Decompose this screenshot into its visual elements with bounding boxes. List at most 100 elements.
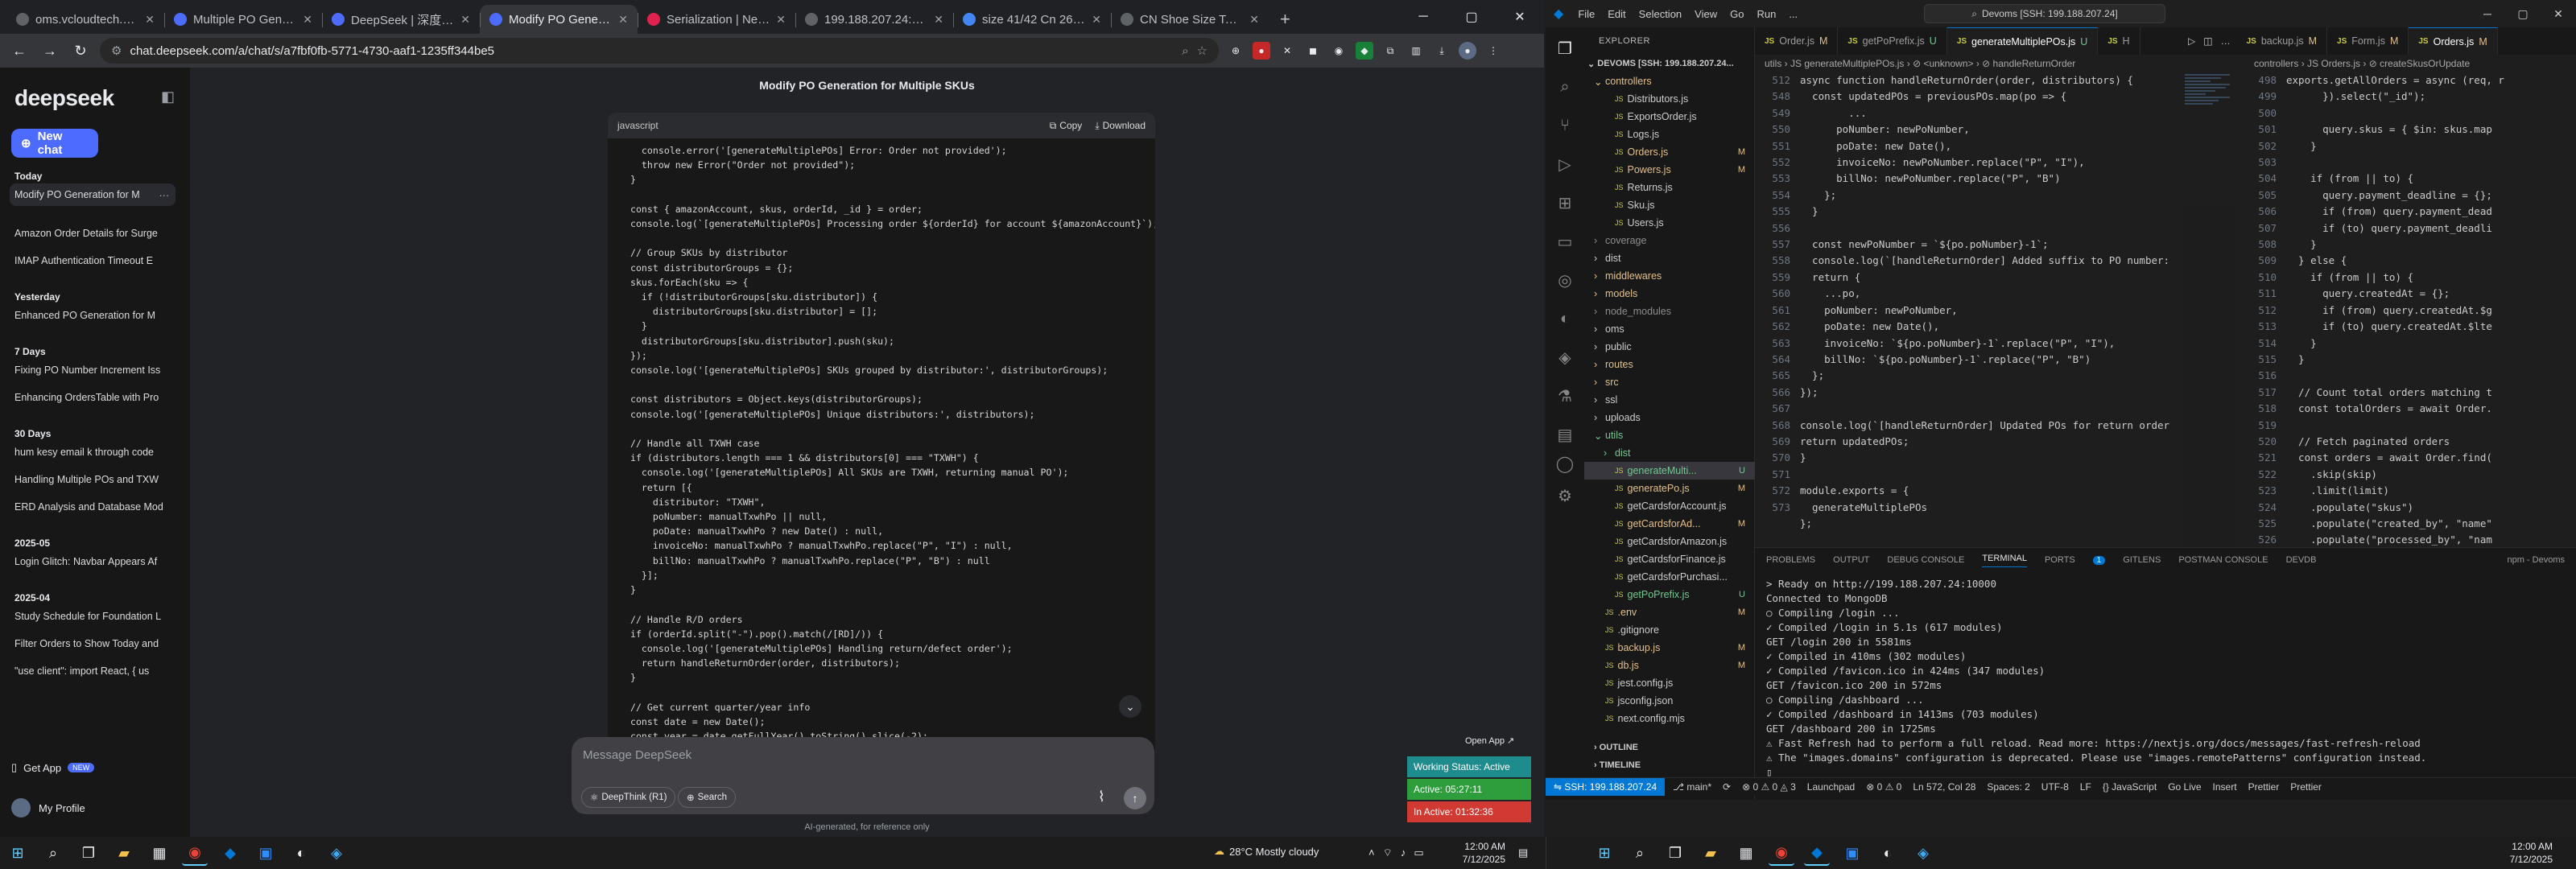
command-center[interactable]: ⌕ Devoms [SSH: 199.188.207.24] [1924,4,2165,23]
close-tab-icon[interactable]: ✕ [934,13,943,27]
windows-start-icon[interactable]: ⊞ [1591,840,1617,866]
status-item[interactable]: ⟳ [1723,781,1731,793]
status-item[interactable]: ⊗ 0 ⚠ 0 ◬ 3 [1742,781,1796,793]
outline-section[interactable]: › OUTLINE [1584,739,1755,756]
settings-gear-icon[interactable]: ⚙ [1555,486,1575,505]
terminal-selector[interactable]: npm - Devoms [2507,555,2565,565]
extension-icon[interactable]: ◼ [1304,42,1322,60]
sidepanel-icon[interactable]: ▥ [1407,42,1425,60]
accounts-icon[interactable]: ◯ [1555,454,1575,473]
profile-icon[interactable]: ● [1459,42,1476,60]
editor-tab[interactable]: JS getPoPrefix.js U [1838,27,1947,55]
extension-icon[interactable]: ◉ [1330,42,1348,60]
split-editor-icon[interactable]: ◫ [2203,35,2212,47]
scroll-down-icon[interactable]: ⌄ [1119,695,1141,718]
panel-tab[interactable]: PORTS [2045,555,2075,565]
file-item[interactable]: JS getCardsforAd... M [1584,515,1755,533]
folder-item[interactable]: › dist [1584,444,1755,462]
gitlens-icon[interactable]: ◎ [1555,270,1575,290]
store-icon[interactable]: ▦ [1733,840,1759,866]
close-icon[interactable]: ✕ [2541,0,2576,27]
search-icon[interactable]: ⌕ [40,840,66,866]
history-item[interactable]: Login Glitch: Navbar Appears Af [10,550,175,573]
timeline-section[interactable]: › TIMELINE [1584,756,1755,774]
status-item[interactable]: UTF-8 [2041,781,2069,793]
file-item[interactable]: JS Users.js [1584,214,1755,232]
folder-item[interactable]: › public [1584,338,1755,356]
minimize-icon[interactable]: ─ [1399,0,1447,34]
copy-button[interactable]: ⧉ Copy [1050,120,1083,132]
history-item[interactable]: Study Schedule for Foundation L [10,605,175,628]
editor-tab[interactable]: JS generateMultiplePOs.js U [1946,27,2099,55]
clock[interactable]: 12:00 AM 7/12/2025 [1449,840,1505,866]
menu-icon[interactable]: ⋮ [1484,42,1502,60]
extension-icon[interactable]: ⊕ [1227,42,1245,60]
close-tab-icon[interactable]: ✕ [460,13,470,27]
app-icon[interactable]: ◈ [324,840,349,866]
battery-icon[interactable]: ▭ [1414,846,1423,859]
menu-item[interactable]: View [1695,8,1717,20]
weather-widget[interactable]: ☁ 28°C Mostly cloudy [1214,845,1319,858]
more-actions-icon[interactable]: … [2221,35,2231,47]
back-icon[interactable]: ← [8,39,31,62]
maximize-icon[interactable]: ▢ [2505,0,2541,27]
vscode-icon[interactable]: ◆ [1804,840,1830,866]
history-item[interactable]: Enhanced PO Generation for M [10,304,175,327]
send-button[interactable]: ↑ [1124,787,1146,809]
history-item[interactable]: Filter Orders to Show Today and [10,632,175,655]
folder-item[interactable]: › coverage [1584,232,1755,249]
browser-tab[interactable]: size 41/42 Cn 26.5 - Goo ✕ [953,5,1111,34]
browser-tab[interactable]: Modify PO Generation fo ✕ [480,5,638,34]
collapse-sidebar-icon[interactable]: ◧ [161,89,175,105]
explorer-icon[interactable]: ❐ [1555,39,1575,58]
breadcrumb[interactable]: controllers › JS Orders.js › ⊘ createSku… [2254,55,2576,72]
extensions-icon[interactable]: ⊞ [1555,193,1575,212]
file-item[interactable]: JS getCardsforFinance.js [1584,550,1755,568]
folder-item[interactable]: › oms [1584,320,1755,338]
deepthink-toggle[interactable]: ⚛ DeepThink (R1) [581,787,676,808]
file-item[interactable]: JS Logs.js [1584,126,1755,143]
folder-item[interactable]: › ssl [1584,391,1755,409]
terminal-output[interactable]: > Ready on http://199.188.207.24:10000 C… [1755,572,2576,785]
deepseek-logo[interactable]: deepseek [14,85,114,111]
chrome-icon[interactable]: ◉ [182,840,208,866]
panel-tab[interactable]: DEBUG CONSOLE [1887,555,1964,565]
menu-item[interactable]: Run [1757,8,1776,20]
folder-item[interactable]: › models [1584,285,1755,303]
file-item[interactable]: JS getPoPrefix.js U [1584,586,1755,603]
history-item[interactable]: Amazon Order Details for Surge [10,222,175,245]
file-item[interactable]: JS backup.js M [1584,639,1755,657]
menu-item[interactable]: Selection [1639,8,1682,20]
menu-item[interactable]: ... [1789,8,1798,20]
status-item[interactable]: {} JavaScript [2103,781,2157,793]
profile-button[interactable]: My Profile [11,798,85,818]
site-info-icon[interactable]: ⚙ [111,43,122,58]
panel-tab[interactable]: GITLENS [2123,555,2161,565]
file-item[interactable]: JS next.config.mjs [1584,710,1755,727]
source-control-icon[interactable]: ⑂ [1555,116,1575,135]
file-item[interactable]: JS generateMulti... U [1584,462,1755,480]
zoom-search-icon[interactable]: ⌕ [1182,44,1188,58]
address-bar[interactable]: ⚙ chat.deepseek.com/a/chat/s/a7fbf0fb-57… [100,38,1219,64]
minimap[interactable] [2182,72,2233,547]
status-item[interactable]: Prettier [2248,781,2280,793]
file-item[interactable]: JS ExportsOrder.js [1584,108,1755,126]
extensions-puzzle-icon[interactable]: ⧉ [1381,42,1399,60]
chrome-icon[interactable]: ◉ [1769,840,1794,866]
notification-icon[interactable]: ▤ [1518,846,1528,859]
reload-icon[interactable]: ↻ [69,39,92,62]
file-item[interactable]: JS jest.config.js [1584,674,1755,692]
remote-indicator[interactable]: ⇋ SSH: 199.188.207.24 [1546,777,1666,796]
breadcrumb[interactable]: utils › JS generateMultiplePOs.js › ⊘ <u… [1765,55,2175,72]
browser-tab[interactable]: 199.188.207.24:10000/da ✕ [795,5,953,34]
status-item[interactable]: Spaces: 2 [1987,781,2029,793]
file-item[interactable]: JS Distributors.js [1584,90,1755,108]
testing-icon[interactable]: ⚗ [1555,386,1575,406]
editor-tab[interactable]: JS Form.js M [2327,27,2409,55]
right-editor-pane[interactable]: 498 499 500 501 502 503 504 505 506 507 … [2241,72,2576,547]
folder-item[interactable]: › node_modules [1584,303,1755,320]
history-item[interactable]: IMAP Authentication Timeout E [10,249,175,272]
status-item[interactable]: Launchpad [1807,781,1855,793]
status-item[interactable]: Go Live [2168,781,2201,793]
close-tab-icon[interactable]: ✕ [1249,13,1259,27]
